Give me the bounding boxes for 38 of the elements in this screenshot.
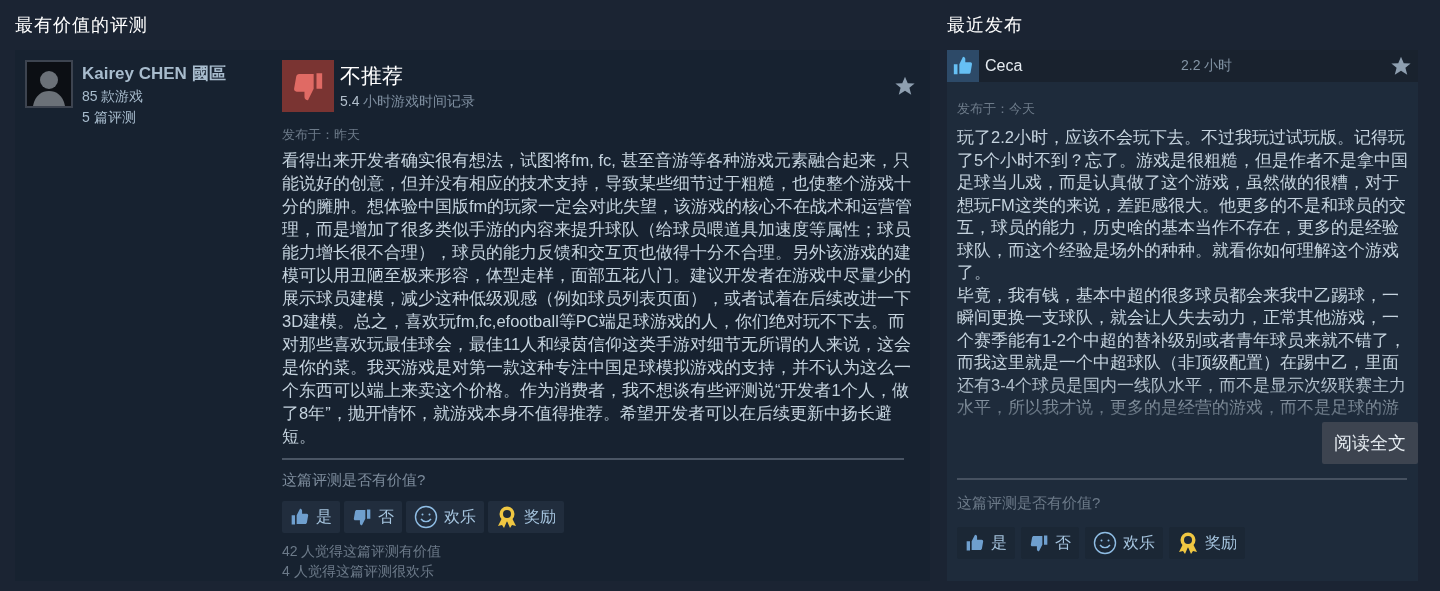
author-name[interactable]: Ceca bbox=[985, 57, 1181, 75]
avatar[interactable] bbox=[25, 60, 73, 108]
thumbs-up-icon bbox=[290, 507, 310, 527]
playtime: 5.4 小时游戏时间记录 bbox=[340, 92, 477, 111]
thumbs-down-icon bbox=[352, 507, 372, 527]
vote-button[interactable]: 奖励 bbox=[488, 501, 564, 533]
vote-button[interactable]: 否 bbox=[1021, 527, 1079, 559]
vote-button[interactable]: 是 bbox=[957, 527, 1015, 559]
vote-button[interactable]: 奖励 bbox=[1169, 527, 1245, 559]
award-icon bbox=[496, 505, 518, 529]
award-icon bbox=[1177, 531, 1199, 555]
vote-button[interactable]: 欢乐 bbox=[1085, 527, 1163, 559]
reviews-count: 5 篇评测 bbox=[82, 109, 137, 127]
posted-date: 发布于：今天 bbox=[957, 100, 1036, 118]
smiley-icon bbox=[1093, 531, 1117, 555]
thumbs-down-icon bbox=[1029, 533, 1049, 553]
review-text: 看得出来开发者确实很有想法，试图将fm, fc, 甚至音游等各种游戏元素融合起来，只能说好的创意，但并没有相应的技术支持，导致某些细节过于粗糙，也使整个游戏十分的臃肿。想体验中国版fm的玩家一定会对此失望，该游戏的核心不在战术和运营管理，而是增加了很多类似手游的内容来提升球队（给球员喂道具加速度等属性；球员能力增长很不合理），球员的能力反馈和交互页也做得十分不合理。另外该游戏的建模可以用丑陋至极来形容，体型走样，面部五花八门。建议开发者在游戏中尽量少的展示球员建模，减少这种低级观感（例如球员列表页面），或者试着在后续改进一下3D建模。总之，喜欢玩fm,fc,efootball等PC端足球游戏的人，你们绝对玩不下去。而对那些喜欢玩最佳球会，最佳11人和绿茵信仰这类手游对细节无所谓的人来说，这会是你的菜。我买游戏是对第一款这种专注中国足球模拟游戏的支持，并不认为这么一个东西可以端上来卖这个价格。作为消费者，我不想谈有些评测说“开发者1个人，做了8年”，抛开情怀，就游戏本身不值得推荐。希望开发者可以在后续更新中扬长避短。 bbox=[282, 150, 914, 447]
star-icon[interactable] bbox=[1390, 55, 1412, 77]
vote-button[interactable]: 否 bbox=[344, 501, 402, 533]
playtime: 2.2 小时 bbox=[1181, 57, 1234, 75]
recommendation-label: 不推荐 bbox=[340, 62, 404, 89]
games-count: 85 款游戏 bbox=[82, 88, 145, 106]
review-text: 玩了2.2小时，应该不会玩下去。不过我玩过试玩版。记得玩了5个小时不到？忘了。游戏是很粗糙，但是作者不是拿中国足球当儿戏，而是认真做了这个游戏，虽然做的很糟，对于想玩FM这类的来说，差距感很大。他更多的不是和球员的交互，球员的能力，历史啥的基本当作不存在，更多的是经验球队，而这个经验是场外的种种。就看你如何理解这个游戏了。 bbox=[957, 127, 1409, 283]
vote-stat: 4 人觉得这篇评测很欢乐 bbox=[282, 563, 435, 581]
read-more-button[interactable]: 阅读全文 bbox=[1322, 422, 1418, 464]
section-heading: 最有价值的评测 bbox=[15, 14, 149, 37]
author-name[interactable]: Kairey CHEN 國區 bbox=[82, 62, 226, 85]
review-text: 毕竟，我有钱，基本中超的很多球员都会来我中乙踢球，一瞬间更换一支球队，就会让人失去动力，正常其他游戏，一个赛季能有1-2个中超的替补级别或者青年球员来就不错了，而我这里就是一个中超球队（非顶级配置）在踢中乙，里面还有3-4个球员是国内一线队水平，而不是显示次级联赛主力水平，所以我才说，更多的是经营的游戏，而不是足球的游 bbox=[957, 284, 1407, 418]
vote-stat: 42 人觉得这篇评测有价值 bbox=[282, 543, 443, 561]
helpful-prompt: 这篇评测是否有价值? bbox=[282, 471, 427, 490]
vote-button[interactable]: 欢乐 bbox=[406, 501, 484, 533]
vote-button[interactable]: 是 bbox=[282, 501, 340, 533]
section-heading: 最近发布 bbox=[947, 14, 1024, 37]
thumbs-up-icon bbox=[965, 533, 985, 553]
smiley-icon bbox=[414, 505, 438, 529]
star-icon[interactable] bbox=[894, 75, 916, 97]
posted-date: 发布于：昨天 bbox=[282, 126, 361, 144]
helpful-prompt: 这篇评测是否有价值? bbox=[957, 494, 1102, 513]
